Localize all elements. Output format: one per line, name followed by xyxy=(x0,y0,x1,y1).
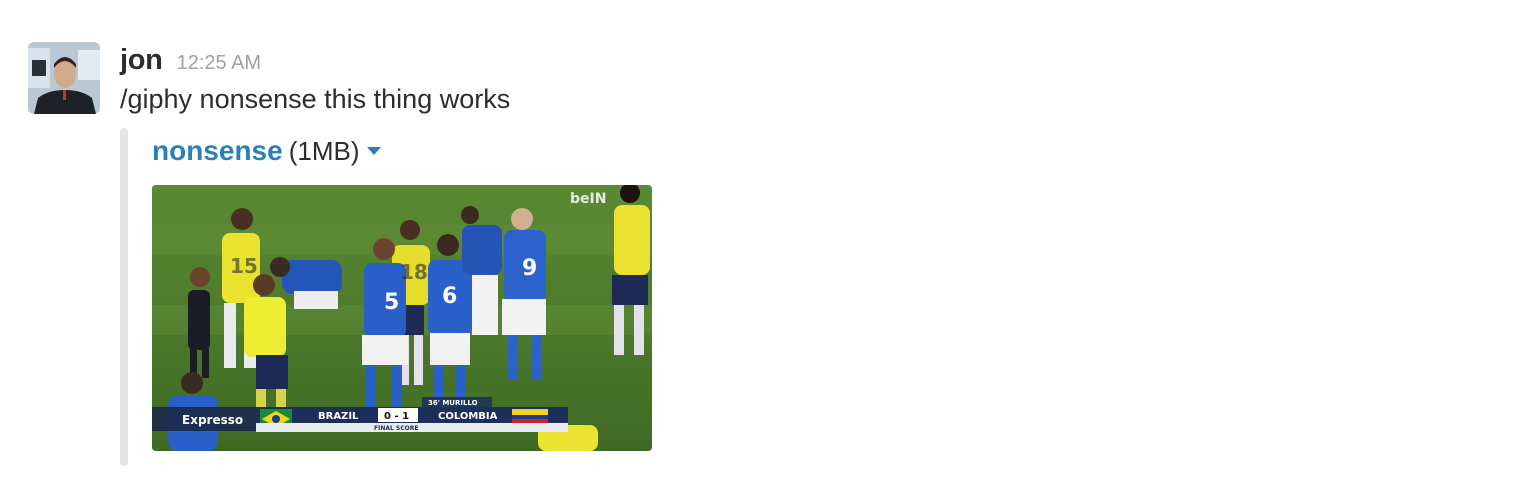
attachment-file-size: (1MB) xyxy=(288,135,360,166)
gif-scene: 15 18 5 6 9 beIN Expresso BRAZIL 0 - 1 C… xyxy=(152,185,652,451)
avatar[interactable] xyxy=(28,42,100,114)
avatar-image xyxy=(28,42,100,114)
score-caption: FINAL SCORE xyxy=(374,425,418,432)
message-text: /giphy nonsense this thing works xyxy=(120,84,511,114)
score: 0 - 1 xyxy=(384,411,409,422)
gif-image[interactable]: 15 18 5 6 9 beIN Expresso BRAZIL 0 - 1 C… xyxy=(152,185,652,451)
team-home: BRAZIL xyxy=(318,411,359,422)
attachment-title-link[interactable]: nonsense xyxy=(152,135,283,167)
svg-text:18: 18 xyxy=(400,260,428,284)
svg-text:9: 9 xyxy=(522,256,537,281)
svg-text:15: 15 xyxy=(230,254,258,278)
svg-text:5: 5 xyxy=(384,290,399,315)
chat-message: jon 12:25 AM /giphy nonsense this thing … xyxy=(0,0,1514,482)
message-timestamp[interactable]: 12:25 AM xyxy=(177,52,262,75)
broadcaster-logo: beIN xyxy=(570,191,606,207)
attachment-title: nonsense (1MB) xyxy=(152,133,382,169)
team-away: COLOMBIA xyxy=(438,411,498,422)
username[interactable]: jon xyxy=(120,44,163,77)
message-header: jon 12:25 AM xyxy=(120,44,261,80)
goal-note: 36' MURILLO xyxy=(428,399,478,407)
svg-text:6: 6 xyxy=(442,284,457,309)
corner-logo: Expresso xyxy=(182,413,243,427)
caret-down-icon[interactable] xyxy=(367,147,382,155)
attachment-border xyxy=(120,128,128,466)
